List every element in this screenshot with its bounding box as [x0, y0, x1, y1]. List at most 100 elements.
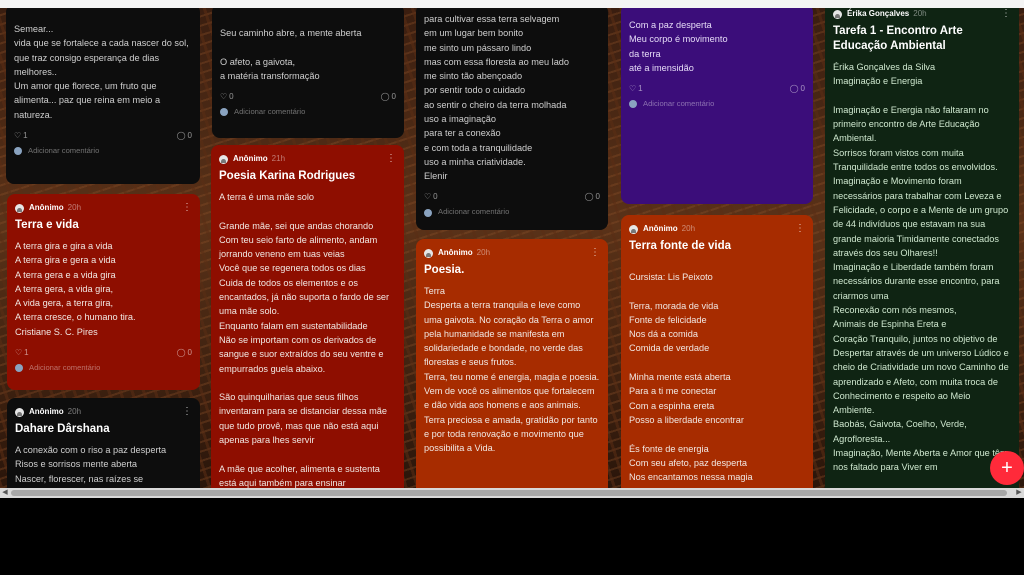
comment-count: 0: [391, 92, 396, 102]
post-author: Érika Gonçalves: [847, 8, 910, 18]
like-count: 0: [433, 192, 438, 202]
scroll-right-arrow-icon[interactable]: ▶: [1014, 488, 1024, 498]
horizontal-scrollbar[interactable]: ◀ ▶: [0, 488, 1024, 498]
more-options-icon[interactable]: ⋮: [182, 201, 192, 215]
add-comment-field[interactable]: Adicionar comentário: [212, 105, 404, 119]
post-time: 20h: [681, 223, 696, 233]
reactions-row: ♡ 1 ◯ 0: [6, 128, 200, 144]
post-card[interactable]: para cultivar essa terra selvagem em um …: [416, 8, 608, 230]
post-author: Anônimo: [29, 202, 64, 212]
post-card[interactable]: Anônimo 21h ⋮ Poesia Karina Rodrigues A terr…: [211, 145, 404, 488]
user-avatar-icon: [424, 208, 432, 217]
add-comment-field[interactable]: Adicionar comentário: [7, 361, 200, 375]
heart-icon[interactable]: ♡: [424, 190, 431, 204]
add-comment-field[interactable]: Adicionar comentário: [6, 144, 200, 158]
more-options-icon[interactable]: ⋮: [182, 405, 192, 419]
post-body: A terra gira e gira a vida A terra gira …: [15, 241, 136, 337]
user-avatar-icon: [15, 364, 23, 373]
post-body: A conexão com o riso a paz desperta Riso…: [15, 445, 167, 484]
comment-count: 0: [187, 347, 192, 357]
post-time: 20h: [913, 8, 927, 18]
post-author: Anônimo: [233, 153, 268, 163]
add-comment-label: Adicionar comentário: [643, 99, 715, 109]
post-card[interactable]: Anônimo 20h ⋮ Poesia. Terra Desperta a terra…: [416, 239, 608, 488]
post-body: para cultivar essa terra selvagem em um …: [424, 14, 570, 182]
post-body: A terra é uma mãe solo Grande mãe, sei q…: [219, 192, 390, 488]
post-title: Poesia.: [424, 264, 465, 276]
post-time: 20h: [476, 247, 491, 257]
avatar: [424, 248, 433, 258]
post-author: Anônimo: [29, 406, 64, 416]
post-header: Anônimo 20h ⋮: [7, 404, 200, 420]
add-comment-field[interactable]: Adicionar comentário: [416, 206, 608, 220]
post-body: Seu caminho abre, a mente aberta O afeto…: [220, 28, 362, 81]
add-post-button[interactable]: +: [990, 451, 1024, 485]
add-comment-field[interactable]: Adicionar comentário: [621, 97, 813, 111]
like-count: 1: [24, 347, 29, 357]
post-body: Cursista: Lis Peixoto Terra, morada de v…: [629, 272, 753, 483]
post-body: Érika Gonçalves da Silva Imaginação e En…: [833, 62, 1009, 473]
scroll-left-arrow-icon[interactable]: ◀: [0, 488, 10, 498]
scrollbar-thumb[interactable]: [11, 490, 1007, 496]
like-count: 0: [229, 92, 234, 102]
post-header: Anônimo 20h ⋮: [7, 200, 200, 216]
comment-icon[interactable]: ◯: [585, 190, 594, 204]
post-card[interactable]: Anônimo 20h ⋮ Terra e vida A terra gira e gi…: [7, 194, 200, 390]
post-card[interactable]: Seu caminho abre, a mente aberta O afeto…: [212, 8, 404, 138]
more-options-icon[interactable]: ⋮: [590, 246, 600, 260]
post-header: Anônimo 20h ⋮: [621, 221, 813, 237]
more-options-icon[interactable]: ⋮: [386, 152, 396, 166]
post-card[interactable]: Semear... vida que se fortalece a cada n…: [6, 8, 200, 184]
post-card[interactable]: Anônimo 20h ⋮ Terra fonte de vida Cursista: …: [621, 215, 813, 488]
more-options-icon[interactable]: ⋮: [1001, 8, 1011, 21]
comment-icon[interactable]: ◯: [790, 82, 799, 96]
more-options-icon[interactable]: ⋮: [795, 222, 805, 236]
comment-count: 0: [187, 130, 192, 140]
browser-top-strip: [0, 0, 1024, 8]
heart-icon[interactable]: ♡: [220, 90, 227, 104]
post-header: Érika Gonçalves 20h ⋮: [825, 8, 1019, 22]
heart-icon[interactable]: ♡: [14, 129, 21, 143]
post-title: Terra fonte de vida: [629, 240, 732, 252]
user-avatar-icon: [220, 108, 228, 117]
user-avatar-icon: [629, 100, 637, 109]
post-header: Anônimo 20h ⋮: [416, 245, 608, 261]
post-author: Anônimo: [643, 223, 678, 233]
comment-icon[interactable]: ◯: [381, 90, 390, 104]
avatar: [219, 154, 228, 164]
post-body: Terra Desperta a terra tranquila e leve …: [424, 286, 600, 454]
comment-count: 0: [800, 84, 805, 94]
padlet-board: Semear... vida que se fortalece a cada n…: [0, 8, 1024, 488]
reactions-row: ♡ 0 ◯ 0: [212, 89, 404, 105]
avatar: [15, 203, 24, 213]
add-comment-label: Adicionar comentário: [29, 362, 101, 372]
avatar: [629, 224, 638, 234]
add-comment-label: Adicionar comentário: [438, 207, 510, 217]
reactions-row: ♡ 1 ◯ 0: [621, 81, 813, 97]
comment-count: 0: [595, 192, 600, 202]
post-card[interactable]: Anônimo 20h ⋮ Dahare Dârshana A conexão com …: [7, 398, 200, 488]
add-comment-label: Adicionar comentário: [28, 145, 100, 155]
post-time: 20h: [67, 406, 82, 416]
like-count: 1: [23, 130, 28, 140]
post-title: Terra e vida: [15, 219, 79, 231]
comment-icon[interactable]: ◯: [177, 129, 186, 143]
post-author: Anônimo: [438, 247, 473, 257]
post-body: Semear... vida que se fortalece a cada n…: [14, 24, 189, 120]
heart-icon[interactable]: ♡: [629, 82, 636, 96]
post-time: 21h: [271, 153, 286, 163]
heart-icon[interactable]: ♡: [15, 346, 22, 360]
post-title: Dahare Dârshana: [15, 423, 110, 435]
post-body: Com a paz desperta Meu corpo é movimento…: [629, 20, 728, 73]
avatar: [15, 407, 24, 417]
post-card[interactable]: Érika Gonçalves 20h ⋮ Tarefa 1 - Encontro A…: [825, 8, 1019, 488]
post-title: Poesia Karina Rodrigues: [219, 170, 356, 182]
add-comment-label: Adicionar comentário: [234, 107, 306, 117]
like-count: 1: [638, 84, 643, 94]
post-card[interactable]: Com a paz desperta Meu corpo é movimento…: [621, 8, 813, 204]
user-avatar-icon: [14, 147, 22, 156]
post-title: Tarefa 1 - Encontro Arte Educação Ambien…: [833, 25, 963, 52]
reactions-row: ♡ 0 ◯ 0: [416, 190, 608, 206]
comment-icon[interactable]: ◯: [177, 346, 186, 360]
post-header: Anônimo 21h ⋮: [211, 151, 404, 167]
